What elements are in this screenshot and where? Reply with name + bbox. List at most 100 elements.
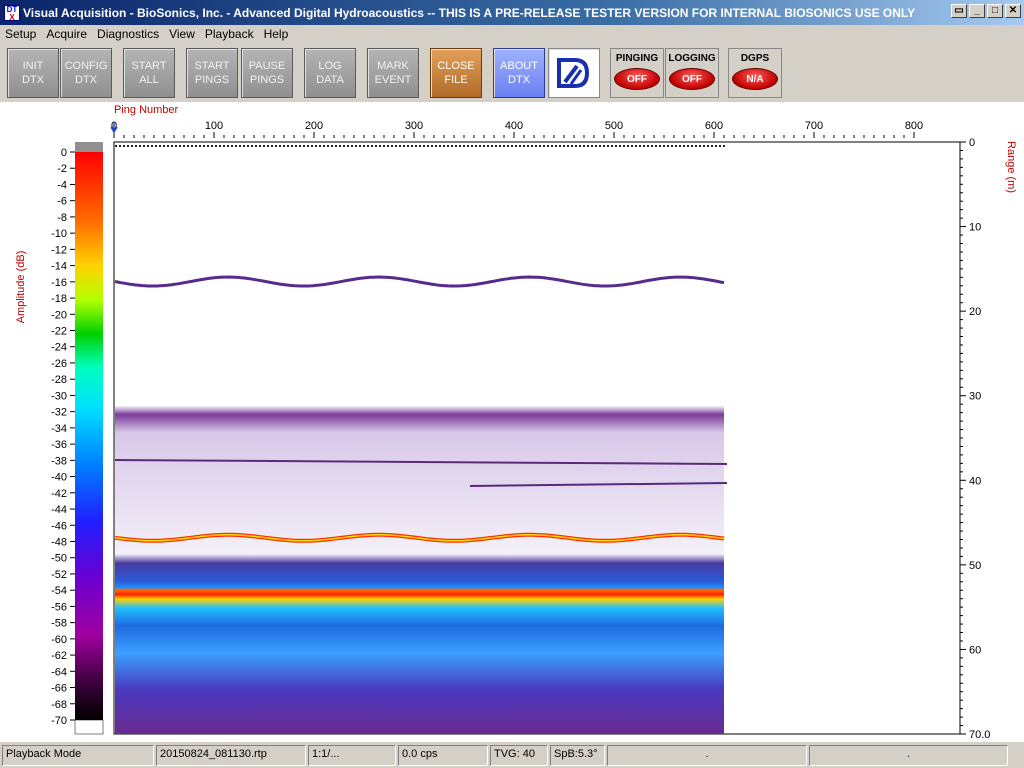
dgps-label: DGPS <box>740 53 770 64</box>
app-icon: DT X <box>4 4 20 21</box>
amplitude-tick-label: -14 <box>51 261 67 273</box>
amplitude-tick-label: -52 <box>51 569 67 581</box>
config-dtx-button[interactable]: CONFIG DTX <box>60 48 112 98</box>
amplitude-tick-label: -56 <box>51 601 67 613</box>
amplitude-tick-label: -30 <box>51 390 67 402</box>
ping-tick-label: 300 <box>405 120 423 132</box>
logging-indicator: LOGGING OFF <box>665 48 719 98</box>
pinging-state: OFF <box>614 68 660 90</box>
restore-icon[interactable]: _ <box>969 4 985 18</box>
toolbar: INIT DTX CONFIG DTX START ALL START PINGS PA… <box>0 45 1024 101</box>
range-tick-label: 30 <box>969 391 981 403</box>
amplitude-tick-label: -58 <box>51 618 67 630</box>
ping-tick-label: 800 <box>905 120 923 132</box>
biosonics-logo-icon <box>557 58 590 88</box>
about-dtx-button[interactable]: ABOUT DTX <box>493 48 545 98</box>
menu-diagnostics[interactable]: Diagnostics <box>92 27 164 41</box>
mark-event-button[interactable]: MARK EVENT <box>367 48 419 98</box>
amplitude-tick-label: -40 <box>51 472 67 484</box>
logging-label: LOGGING <box>668 53 716 64</box>
pause-pings-button[interactable]: PAUSE PINGS <box>241 48 293 98</box>
amplitude-tick-label: -38 <box>51 455 67 467</box>
biosonics-logo-button[interactable] <box>548 48 600 98</box>
status-field-8: . <box>809 745 1008 766</box>
range-axis-label: Range (m) <box>1005 141 1017 193</box>
status-file: 20150824_081130.rtp <box>156 745 306 766</box>
amplitude-tick-label: -42 <box>51 488 67 500</box>
amplitude-tick-label: -34 <box>51 423 67 435</box>
status-tvg: TVG: 40 <box>490 745 548 766</box>
amplitude-tick-label: -10 <box>51 228 67 240</box>
echogram-chart[interactable]: Amplitude (dB) 0 -2 -4 -6 -8 -10 -12 -14 -16 -18 -… <box>0 102 1024 742</box>
title-bar: DT X Visual Acquisition - BioSonics, Inc.… <box>0 0 1024 25</box>
maximize-icon[interactable]: □ <box>987 4 1003 18</box>
echogram-image <box>115 284 724 734</box>
range-tick-label: 20 <box>969 306 981 318</box>
close-file-button[interactable]: CLOSE FILE <box>430 48 482 98</box>
menu-bar: Setup Acquire Diagnostics View Playback … <box>0 25 1024 43</box>
menu-playback[interactable]: Playback <box>200 27 259 41</box>
colorbar-saturation <box>75 142 103 152</box>
ping-axis-label: Ping Number <box>114 104 179 116</box>
amplitude-colorbar <box>75 152 103 720</box>
amplitude-tick-label: -48 <box>51 536 67 548</box>
ping-tick-label: 100 <box>205 120 223 132</box>
logging-state: OFF <box>669 68 715 90</box>
menu-help[interactable]: Help <box>259 27 294 41</box>
pinging-label: PINGING <box>615 53 659 64</box>
amplitude-tick-label: -22 <box>51 326 67 338</box>
amplitude-tick-label: -44 <box>51 504 67 516</box>
status-ratio: 1:1/... <box>308 745 396 766</box>
amplitude-tick-label: -24 <box>51 342 67 354</box>
menu-view[interactable]: View <box>164 27 200 41</box>
amplitude-tick-label: -50 <box>51 553 67 565</box>
start-all-button[interactable]: START ALL <box>123 48 175 98</box>
amplitude-tick-label: -20 <box>51 309 67 321</box>
amplitude-tick-label: -46 <box>51 520 67 532</box>
status-mode: Playback Mode <box>2 745 154 766</box>
amplitude-tick-label: -6 <box>57 196 67 208</box>
amplitude-tick-label: -70 <box>51 715 67 727</box>
pinging-indicator: PINGING OFF <box>610 48 664 98</box>
menu-setup[interactable]: Setup <box>0 27 41 41</box>
range-tick-label: 50 <box>969 560 981 572</box>
amplitude-tick-label: -18 <box>51 293 67 305</box>
amplitude-tick-label: -36 <box>51 439 67 451</box>
amplitude-tick-label: -4 <box>57 179 67 191</box>
amplitude-tick-label: -60 <box>51 634 67 646</box>
dgps-indicator: DGPS N/A <box>728 48 782 98</box>
status-rate: 0.0 cps <box>398 745 488 766</box>
amplitude-tick-label: -54 <box>51 585 67 597</box>
amplitude-tick-label: -68 <box>51 699 67 711</box>
amplitude-tick-label: -8 <box>57 212 67 224</box>
amplitude-tick-label: -66 <box>51 683 67 695</box>
range-tick-label: 40 <box>969 475 981 487</box>
amplitude-tick-label: -28 <box>51 374 67 386</box>
range-tick-label: 10 <box>969 222 981 234</box>
amplitude-tick-label: -64 <box>51 666 67 678</box>
ping-tick-label: 600 <box>705 120 723 132</box>
range-tick-label: 70.0 <box>969 729 990 741</box>
amplitude-tick-label: -26 <box>51 358 67 370</box>
echogram-panel: Amplitude (dB) 0 -2 -4 -6 -8 -10 -12 -14 -16 -18 -… <box>0 102 1024 742</box>
close-icon[interactable]: ✕ <box>1005 4 1021 18</box>
ping-tick-label: 400 <box>505 120 523 132</box>
amplitude-tick-label: -62 <box>51 650 67 662</box>
amplitude-axis-label: Amplitude (dB) <box>15 251 27 324</box>
init-dtx-button[interactable]: INIT DTX <box>7 48 59 98</box>
ping-tick-label: 500 <box>605 120 623 132</box>
amplitude-tick-label: -32 <box>51 407 67 419</box>
status-bar: Playback Mode 20150824_081130.rtp 1:1/..… <box>0 743 1024 768</box>
minimize-icon[interactable]: ▭ <box>951 4 967 18</box>
dgps-state: N/A <box>732 68 778 90</box>
amplitude-tick-label: -16 <box>51 277 67 289</box>
start-pings-button[interactable]: START PINGS <box>186 48 238 98</box>
log-data-button[interactable]: LOG DATA <box>304 48 356 98</box>
ping-tick-label: 700 <box>805 120 823 132</box>
menu-acquire[interactable]: Acquire <box>41 27 92 41</box>
amplitude-tick-label: -12 <box>51 244 67 256</box>
status-field-7: . <box>607 745 807 766</box>
ping-tick-label: 200 <box>305 120 323 132</box>
status-spb: SpB:5.3° <box>550 745 605 766</box>
range-tick-label: 0 <box>969 137 975 149</box>
